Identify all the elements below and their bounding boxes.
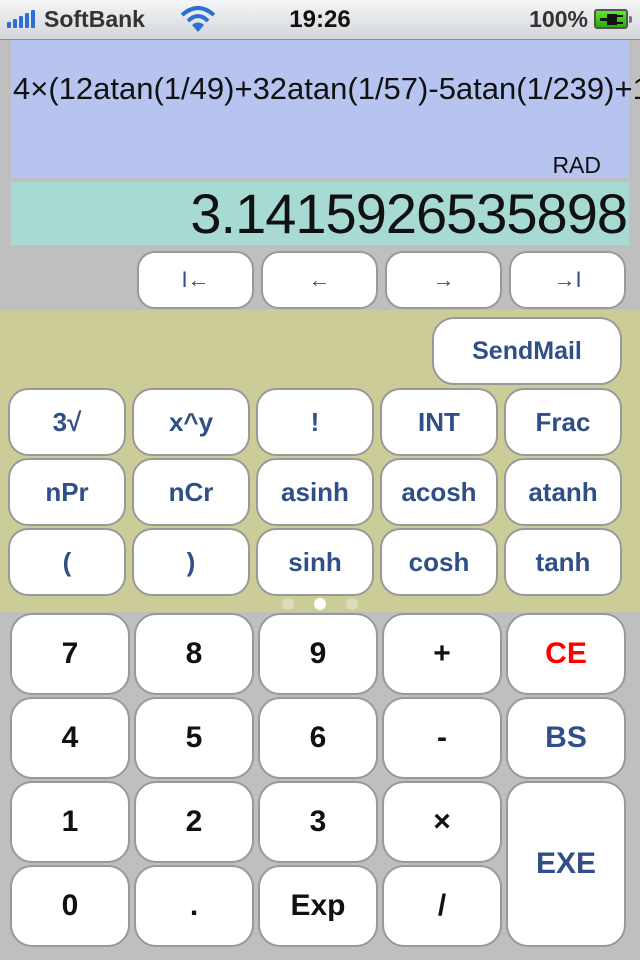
page-dot-1[interactable]	[282, 598, 294, 610]
sendmail-button[interactable]: SendMail	[432, 317, 622, 385]
main-keypad: 7 8 9 + CE 4 5 6 - BS 1 2 3 × EXE 0 . Ex…	[10, 613, 626, 947]
result-text: 3.1415926535898	[190, 182, 628, 245]
key-0[interactable]: 0	[10, 865, 130, 947]
key-3[interactable]: 3	[258, 781, 378, 863]
plug-icon	[600, 14, 623, 25]
key-9[interactable]: 9	[258, 613, 378, 695]
key-decimal[interactable]: .	[134, 865, 254, 947]
cube-root-button[interactable]: 3√	[8, 388, 126, 456]
function-keys: 3√ x^y ! INT Frac nPr nCr asinh acosh at…	[8, 388, 622, 596]
frac-button[interactable]: Frac	[504, 388, 622, 456]
result-display: 3.1415926535898	[11, 182, 629, 245]
battery-percent: 100%	[529, 6, 588, 32]
key-5[interactable]: 5	[134, 697, 254, 779]
battery-charging-icon	[594, 9, 632, 29]
function-panel[interactable]: SendMail 3√ x^y ! INT Frac nPr nCr asinh…	[0, 310, 640, 612]
key-6[interactable]: 6	[258, 697, 378, 779]
factorial-button[interactable]: !	[256, 388, 374, 456]
clear-entry-button[interactable]: CE	[506, 613, 626, 695]
expression-display[interactable]: 4×(12atan(1/49)+32atan(1/57)-5atan(1/239…	[11, 40, 640, 178]
tanh-button[interactable]: tanh	[504, 528, 622, 596]
open-paren-button[interactable]: (	[8, 528, 126, 596]
cursor-home-button[interactable]: I←	[137, 251, 254, 309]
key-minus[interactable]: -	[382, 697, 502, 779]
int-button[interactable]: INT	[380, 388, 498, 456]
cosh-button[interactable]: cosh	[380, 528, 498, 596]
page-indicator[interactable]	[0, 598, 640, 610]
cursor-controls: I← ← → →I	[137, 251, 626, 309]
key-1[interactable]: 1	[10, 781, 130, 863]
key-4[interactable]: 4	[10, 697, 130, 779]
key-8[interactable]: 8	[134, 613, 254, 695]
cursor-left-button[interactable]: ←	[261, 251, 378, 309]
calculator-app: SoftBank 19:26 100% 4×(12atan(1/49)+32at…	[0, 0, 640, 960]
page-dot-2-active[interactable]	[314, 598, 326, 610]
key-2[interactable]: 2	[134, 781, 254, 863]
power-button[interactable]: x^y	[132, 388, 250, 456]
status-bar: SoftBank 19:26 100%	[0, 0, 640, 40]
page-dot-3[interactable]	[346, 598, 358, 610]
asinh-button[interactable]: asinh	[256, 458, 374, 526]
key-multiply[interactable]: ×	[382, 781, 502, 863]
angle-mode-indicator: RAD	[552, 152, 601, 178]
expression-text: 4×(12atan(1/49)+32atan(1/57)-5atan(1/239…	[13, 71, 640, 106]
cursor-end-button[interactable]: →I	[509, 251, 626, 309]
backspace-button[interactable]: BS	[506, 697, 626, 779]
key-plus[interactable]: +	[382, 613, 502, 695]
key-exp[interactable]: Exp	[258, 865, 378, 947]
atanh-button[interactable]: atanh	[504, 458, 622, 526]
key-divide[interactable]: /	[382, 865, 502, 947]
ncr-button[interactable]: nCr	[132, 458, 250, 526]
cursor-right-button[interactable]: →	[385, 251, 502, 309]
close-paren-button[interactable]: )	[132, 528, 250, 596]
npr-button[interactable]: nPr	[8, 458, 126, 526]
sinh-button[interactable]: sinh	[256, 528, 374, 596]
acosh-button[interactable]: acosh	[380, 458, 498, 526]
execute-button[interactable]: EXE	[506, 781, 626, 947]
key-7[interactable]: 7	[10, 613, 130, 695]
